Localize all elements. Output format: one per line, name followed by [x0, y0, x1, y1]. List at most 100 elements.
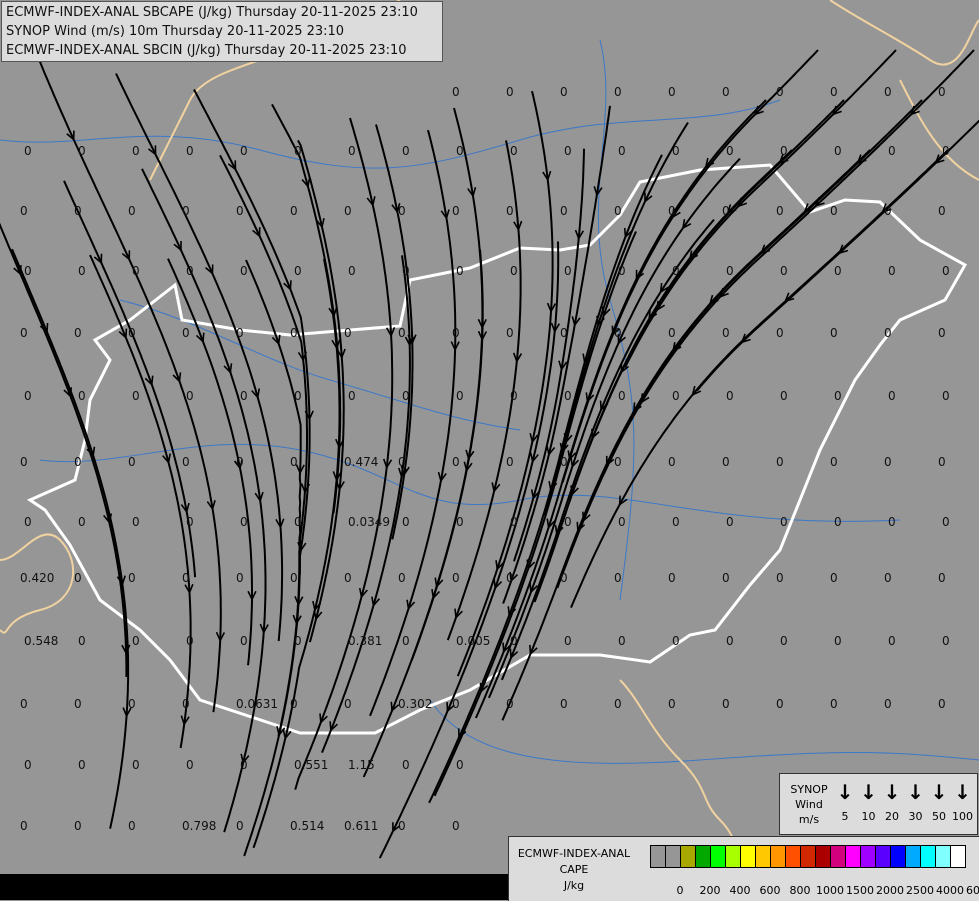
wind-legend-title: SYNOP	[790, 783, 828, 796]
cape-value-label: 0	[24, 144, 32, 158]
cape-value-label: 0	[290, 571, 298, 585]
cape-value-label: 0.551	[294, 758, 328, 772]
cape-value-label: 0	[510, 515, 518, 529]
cape-value-label: 0	[834, 515, 842, 529]
cape-value-label: 0	[564, 389, 572, 403]
cape-color-swatch	[906, 846, 921, 867]
cape-value-label: 0	[186, 515, 194, 529]
cape-color-swatch	[831, 846, 846, 867]
cape-value-label: 0	[452, 571, 460, 585]
cape-value-label: 0	[402, 758, 410, 772]
cape-value-label: 0	[942, 634, 950, 648]
cape-value-label: 0	[560, 85, 568, 99]
cape-value-label: 0.514	[290, 819, 324, 833]
cape-value-label: 0	[74, 455, 82, 469]
cape-value-label: 0	[24, 758, 32, 772]
cape-value-label: 0	[834, 144, 842, 158]
no-data-strip	[0, 874, 508, 900]
wind-legend-item: ↓ 20	[881, 780, 903, 823]
cape-value-label: 0	[560, 571, 568, 585]
cape-value-label: 0	[236, 819, 244, 833]
cape-value-label: 0	[726, 144, 734, 158]
cape-value-label: 0	[726, 634, 734, 648]
cape-value-label: 0	[888, 515, 896, 529]
cape-value-label: 0	[776, 85, 784, 99]
cape-value-label: 0	[938, 455, 946, 469]
wind-legend-item: ↓ 50	[928, 780, 950, 823]
cape-tick-label: 4000	[936, 884, 964, 897]
wind-legend-item: ↓ 10	[858, 780, 880, 823]
wind-speed-label: 10	[861, 810, 876, 823]
cape-value-label: 0	[186, 389, 194, 403]
cape-value-label: 0	[78, 264, 86, 278]
cape-value-label: 0	[884, 326, 892, 340]
cape-value-label: 0	[614, 571, 622, 585]
cape-value-label: 0	[834, 634, 842, 648]
cape-value-label: 0	[942, 264, 950, 278]
wind-layer-title: SYNOP Wind (m/s) 10m Thursday 20-11-2025…	[6, 24, 345, 39]
cape-value-label: 0	[24, 264, 32, 278]
cape-tick-label: 2000	[876, 884, 904, 897]
cape-value-label: 0	[398, 326, 406, 340]
cape-value-label: 0	[884, 697, 892, 711]
weather-map[interactable]: 0 0 0 0 0 0 0 0 0 0 0 0 0 0 0 0 0 0 0 0 0 0 0 0 0 0 0 0 0 0 0 0 0 0 0 0 0 0 0 0…	[0, 0, 979, 900]
wind-legend: SYNOP Wind m/s ↓ 5 ↓ 10 ↓ 20 ↓ 30 ↓ 50 ↓ 100	[779, 773, 978, 835]
cape-tick-label: 2500	[906, 884, 934, 897]
cape-value-label: 0	[452, 455, 460, 469]
cape-value-label: 0	[564, 264, 572, 278]
cape-value-label: 0	[938, 326, 946, 340]
cape-value-label: 0	[132, 264, 140, 278]
cape-value-label: 0	[668, 326, 676, 340]
cape-value-label: 0	[402, 264, 410, 278]
cape-value-label: 0	[672, 515, 680, 529]
cape-color-swatch	[951, 846, 965, 867]
cape-value-label: 0	[74, 571, 82, 585]
cape-value-label: 0	[78, 634, 86, 648]
cape-value-label: 0	[776, 455, 784, 469]
wind-speed-label: 100	[952, 810, 973, 823]
cape-value-label: 0	[398, 571, 406, 585]
cape-value-label: 0	[722, 571, 730, 585]
cape-value-label: 0.798	[182, 819, 216, 833]
cape-value-label: 0	[236, 204, 244, 218]
cape-value-label: 0	[614, 697, 622, 711]
cape-value-label: 0	[614, 85, 622, 99]
cape-value-label: 0	[128, 204, 136, 218]
cape-value-label: 0	[128, 697, 136, 711]
cape-value-label: 0	[830, 455, 838, 469]
cape-value-label: 0	[182, 697, 190, 711]
cape-color-swatch	[861, 846, 876, 867]
cape-value-label: 0	[668, 697, 676, 711]
cape-value-label: 0	[672, 634, 680, 648]
cape-value-label: 0	[128, 571, 136, 585]
wind-legend-item: ↓ 100	[952, 780, 974, 823]
cape-value-label: 0	[348, 144, 356, 158]
cape-value-label: 0	[294, 144, 302, 158]
cape-value-label: 1.15	[348, 758, 375, 772]
cape-value-label: 0	[182, 455, 190, 469]
cape-value-label: 0	[510, 264, 518, 278]
cape-value-label: 0	[938, 204, 946, 218]
wind-speed-label: 50	[932, 810, 946, 823]
cape-legend-unit: J/kg	[563, 879, 585, 892]
cape-value-label: 0	[780, 389, 788, 403]
cape-value-label: 0	[240, 634, 248, 648]
cape-value-label: 0	[74, 204, 82, 218]
cape-color-bar	[650, 845, 966, 868]
cape-value-label: 0	[722, 85, 730, 99]
cape-value-label: 0.005	[456, 634, 490, 648]
cape-value-label: 0	[132, 144, 140, 158]
cape-value-label: 0	[294, 515, 302, 529]
cape-value-label: 0	[830, 326, 838, 340]
wind-speed-label: 30	[908, 810, 923, 823]
cape-value-label: 0	[560, 697, 568, 711]
cape-color-swatch	[891, 846, 906, 867]
cape-legend-subtitle: CAPE	[559, 863, 589, 876]
cape-color-swatch	[681, 846, 696, 867]
cape-value-label: 0	[668, 85, 676, 99]
cape-value-label: 0	[128, 326, 136, 340]
cape-value-label: 0	[344, 697, 352, 711]
cape-value-label: 0	[668, 571, 676, 585]
cape-value-label: 0	[132, 515, 140, 529]
cape-value-label: 0	[402, 515, 410, 529]
